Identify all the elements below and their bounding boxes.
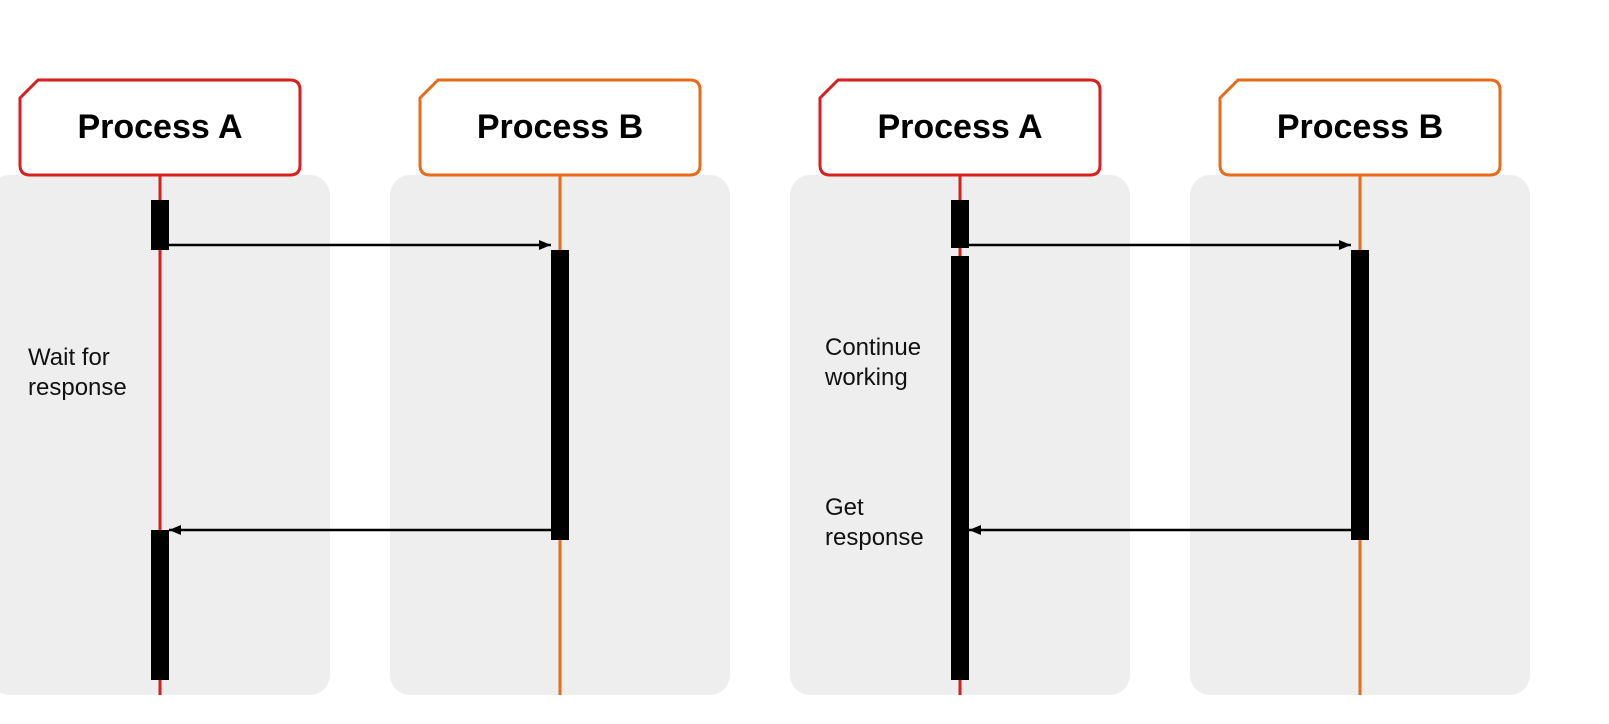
left-diagram: Wait for response Process A Process B bbox=[0, 80, 730, 695]
right-diagram: Continue working Get response Process A … bbox=[790, 80, 1530, 695]
exec-a1-left bbox=[151, 200, 169, 250]
process-a-box-right: Process A bbox=[820, 80, 1100, 175]
exec-b-left bbox=[551, 250, 569, 540]
process-b-label-left: Process B bbox=[477, 108, 643, 146]
diagram-canvas: Wait for response Process A Process B bbox=[0, 0, 1609, 719]
process-b-label-right: Process B bbox=[1277, 108, 1443, 146]
exec-a-right-main bbox=[951, 256, 969, 680]
process-b-box-right: Process B bbox=[1220, 80, 1500, 175]
exec-a2-left bbox=[151, 530, 169, 680]
sequence-diagram-svg: Wait for response Process A Process B bbox=[0, 0, 1609, 719]
process-a-label-right: Process A bbox=[877, 108, 1042, 146]
process-b-box-left: Process B bbox=[420, 80, 700, 175]
exec-a-right-top bbox=[951, 200, 969, 248]
exec-b-right bbox=[1351, 250, 1369, 540]
process-a-label-left: Process A bbox=[77, 108, 242, 146]
process-a-box-left: Process A bbox=[20, 80, 300, 175]
